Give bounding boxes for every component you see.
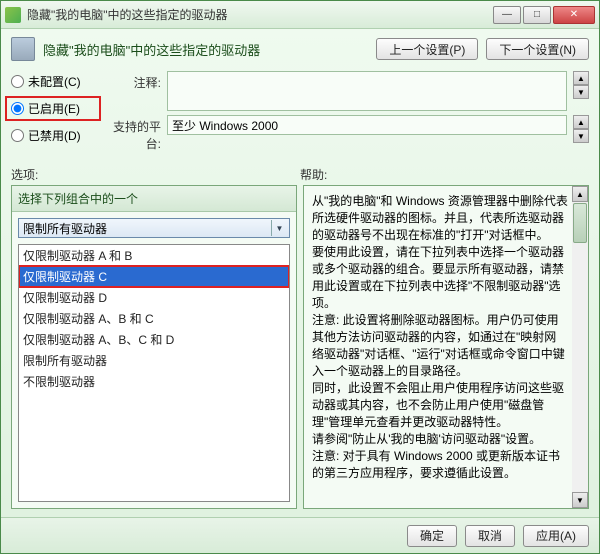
comments-textarea[interactable]	[167, 71, 567, 111]
options-header: 选择下列组合中的一个	[12, 186, 296, 212]
options-panel: 选择下列组合中的一个 限制所有驱动器 ▼ 仅限制驱动器 A 和 B 仅限制驱动器…	[11, 185, 297, 509]
platform-label: 支持的平台:	[101, 115, 161, 152]
apply-button[interactable]: 应用(A)	[523, 525, 589, 547]
maximize-button[interactable]: □	[523, 6, 551, 24]
scroll-down-icon[interactable]: ▼	[573, 129, 589, 143]
window-title: 隐藏"我的电脑"中的这些指定的驱动器	[27, 6, 493, 23]
next-setting-button[interactable]: 下一个设置(N)	[486, 38, 589, 60]
drive-listbox[interactable]: 仅限制驱动器 A 和 B 仅限制驱动器 C 仅限制驱动器 D 仅限制驱动器 A、…	[18, 244, 290, 502]
scroll-up-icon[interactable]: ▲	[573, 71, 589, 85]
minimize-button[interactable]: —	[493, 6, 521, 24]
help-paragraph: 同时，此设置不会阻止用户使用程序访问这些驱动器或其内容，也不会防止用户使用"磁盘…	[312, 379, 568, 430]
help-panel: 从"我的电脑"和 Windows 资源管理器中删除代表所选硬件驱动器的图标。并且…	[303, 185, 589, 509]
scroll-down-icon[interactable]: ▼	[572, 492, 588, 508]
header-row: 隐藏"我的电脑"中的这些指定的驱动器 上一个设置(P) 下一个设置(N)	[11, 37, 589, 61]
list-item[interactable]: 仅限制驱动器 A、B 和 C	[19, 308, 289, 329]
scroll-up-icon[interactable]: ▲	[572, 186, 588, 202]
radio-group: 未配置(C) 已启用(E) 已禁用(D)	[11, 71, 101, 152]
radio-not-configured[interactable]: 未配置(C)	[11, 73, 101, 90]
policy-title: 隐藏"我的电脑"中的这些指定的驱动器	[43, 40, 368, 59]
section-labels: 选项: 帮助:	[11, 166, 589, 183]
help-scrollbar[interactable]: ▲ ▼	[572, 186, 588, 508]
combo-box[interactable]: 限制所有驱动器 ▼	[18, 218, 290, 238]
platform-input	[167, 115, 567, 135]
comments-scroll: ▲ ▼	[573, 71, 589, 99]
cancel-button[interactable]: 取消	[465, 525, 515, 547]
radio-label: 未配置(C)	[28, 73, 81, 90]
platform-scroll: ▲ ▼	[573, 115, 589, 143]
help-paragraph: 要使用此设置，请在下拉列表中选择一个驱动器或多个驱动器的组合。要显示所有驱动器，…	[312, 243, 568, 311]
radio-disabled[interactable]: 已禁用(D)	[11, 127, 101, 144]
help-label: 帮助:	[300, 166, 589, 183]
footer: 确定 取消 应用(A)	[1, 517, 599, 553]
help-paragraph: 注意: 对于具有 Windows 2000 或更新版本证书的第三方应用程序，要求…	[312, 447, 568, 481]
scroll-down-icon[interactable]: ▼	[573, 85, 589, 99]
comments-label: 注释:	[101, 71, 161, 91]
list-item[interactable]: 仅限制驱动器 D	[19, 287, 289, 308]
comments-field: 注释: ▲ ▼	[101, 71, 589, 111]
scroll-up-icon[interactable]: ▲	[573, 115, 589, 129]
options-label: 选项:	[11, 166, 300, 183]
radio-enabled[interactable]: 已启用(E)	[5, 96, 101, 121]
radio-label: 已启用(E)	[28, 100, 80, 117]
chevron-down-icon: ▼	[271, 220, 287, 236]
panels: 选择下列组合中的一个 限制所有驱动器 ▼ 仅限制驱动器 A 和 B 仅限制驱动器…	[11, 185, 589, 509]
comments-column: 注释: ▲ ▼ 支持的平台: ▲ ▼	[101, 71, 589, 152]
help-paragraph: 从"我的电脑"和 Windows 资源管理器中删除代表所选硬件驱动器的图标。并且…	[312, 192, 568, 243]
close-button[interactable]: ✕	[553, 6, 595, 24]
titlebar: 隐藏"我的电脑"中的这些指定的驱动器 — □ ✕	[1, 1, 599, 29]
list-item[interactable]: 仅限制驱动器 A、B、C 和 D	[19, 329, 289, 350]
scroll-thumb[interactable]	[573, 203, 587, 243]
list-item[interactable]: 不限制驱动器	[19, 371, 289, 392]
list-item[interactable]: 限制所有驱动器	[19, 350, 289, 371]
scroll-track[interactable]	[572, 202, 588, 492]
help-paragraph: 注意: 此设置将删除驱动器图标。用户仍可使用其他方法访问驱动器的内容，如通过在"…	[312, 311, 568, 379]
radio-label: 已禁用(D)	[28, 127, 81, 144]
ok-button[interactable]: 确定	[407, 525, 457, 547]
help-paragraph: 请参阅"防止从'我的电脑'访问驱动器"设置。	[312, 430, 568, 447]
window-buttons: — □ ✕	[493, 6, 595, 24]
combo-value: 限制所有驱动器	[23, 220, 107, 237]
content-area: 隐藏"我的电脑"中的这些指定的驱动器 上一个设置(P) 下一个设置(N) 未配置…	[1, 29, 599, 517]
dialog-window: 隐藏"我的电脑"中的这些指定的驱动器 — □ ✕ 隐藏"我的电脑"中的这些指定的…	[0, 0, 600, 554]
help-text: 从"我的电脑"和 Windows 资源管理器中删除代表所选硬件驱动器的图标。并且…	[304, 186, 572, 508]
policy-icon	[11, 37, 35, 61]
prev-setting-button[interactable]: 上一个设置(P)	[376, 38, 478, 60]
list-item[interactable]: 仅限制驱动器 C	[19, 266, 289, 287]
config-row: 未配置(C) 已启用(E) 已禁用(D) 注释: ▲ ▼ 支持的平台:	[11, 71, 589, 152]
list-item[interactable]: 仅限制驱动器 A 和 B	[19, 245, 289, 266]
app-icon	[5, 7, 21, 23]
platform-field: 支持的平台: ▲ ▼	[101, 115, 589, 152]
